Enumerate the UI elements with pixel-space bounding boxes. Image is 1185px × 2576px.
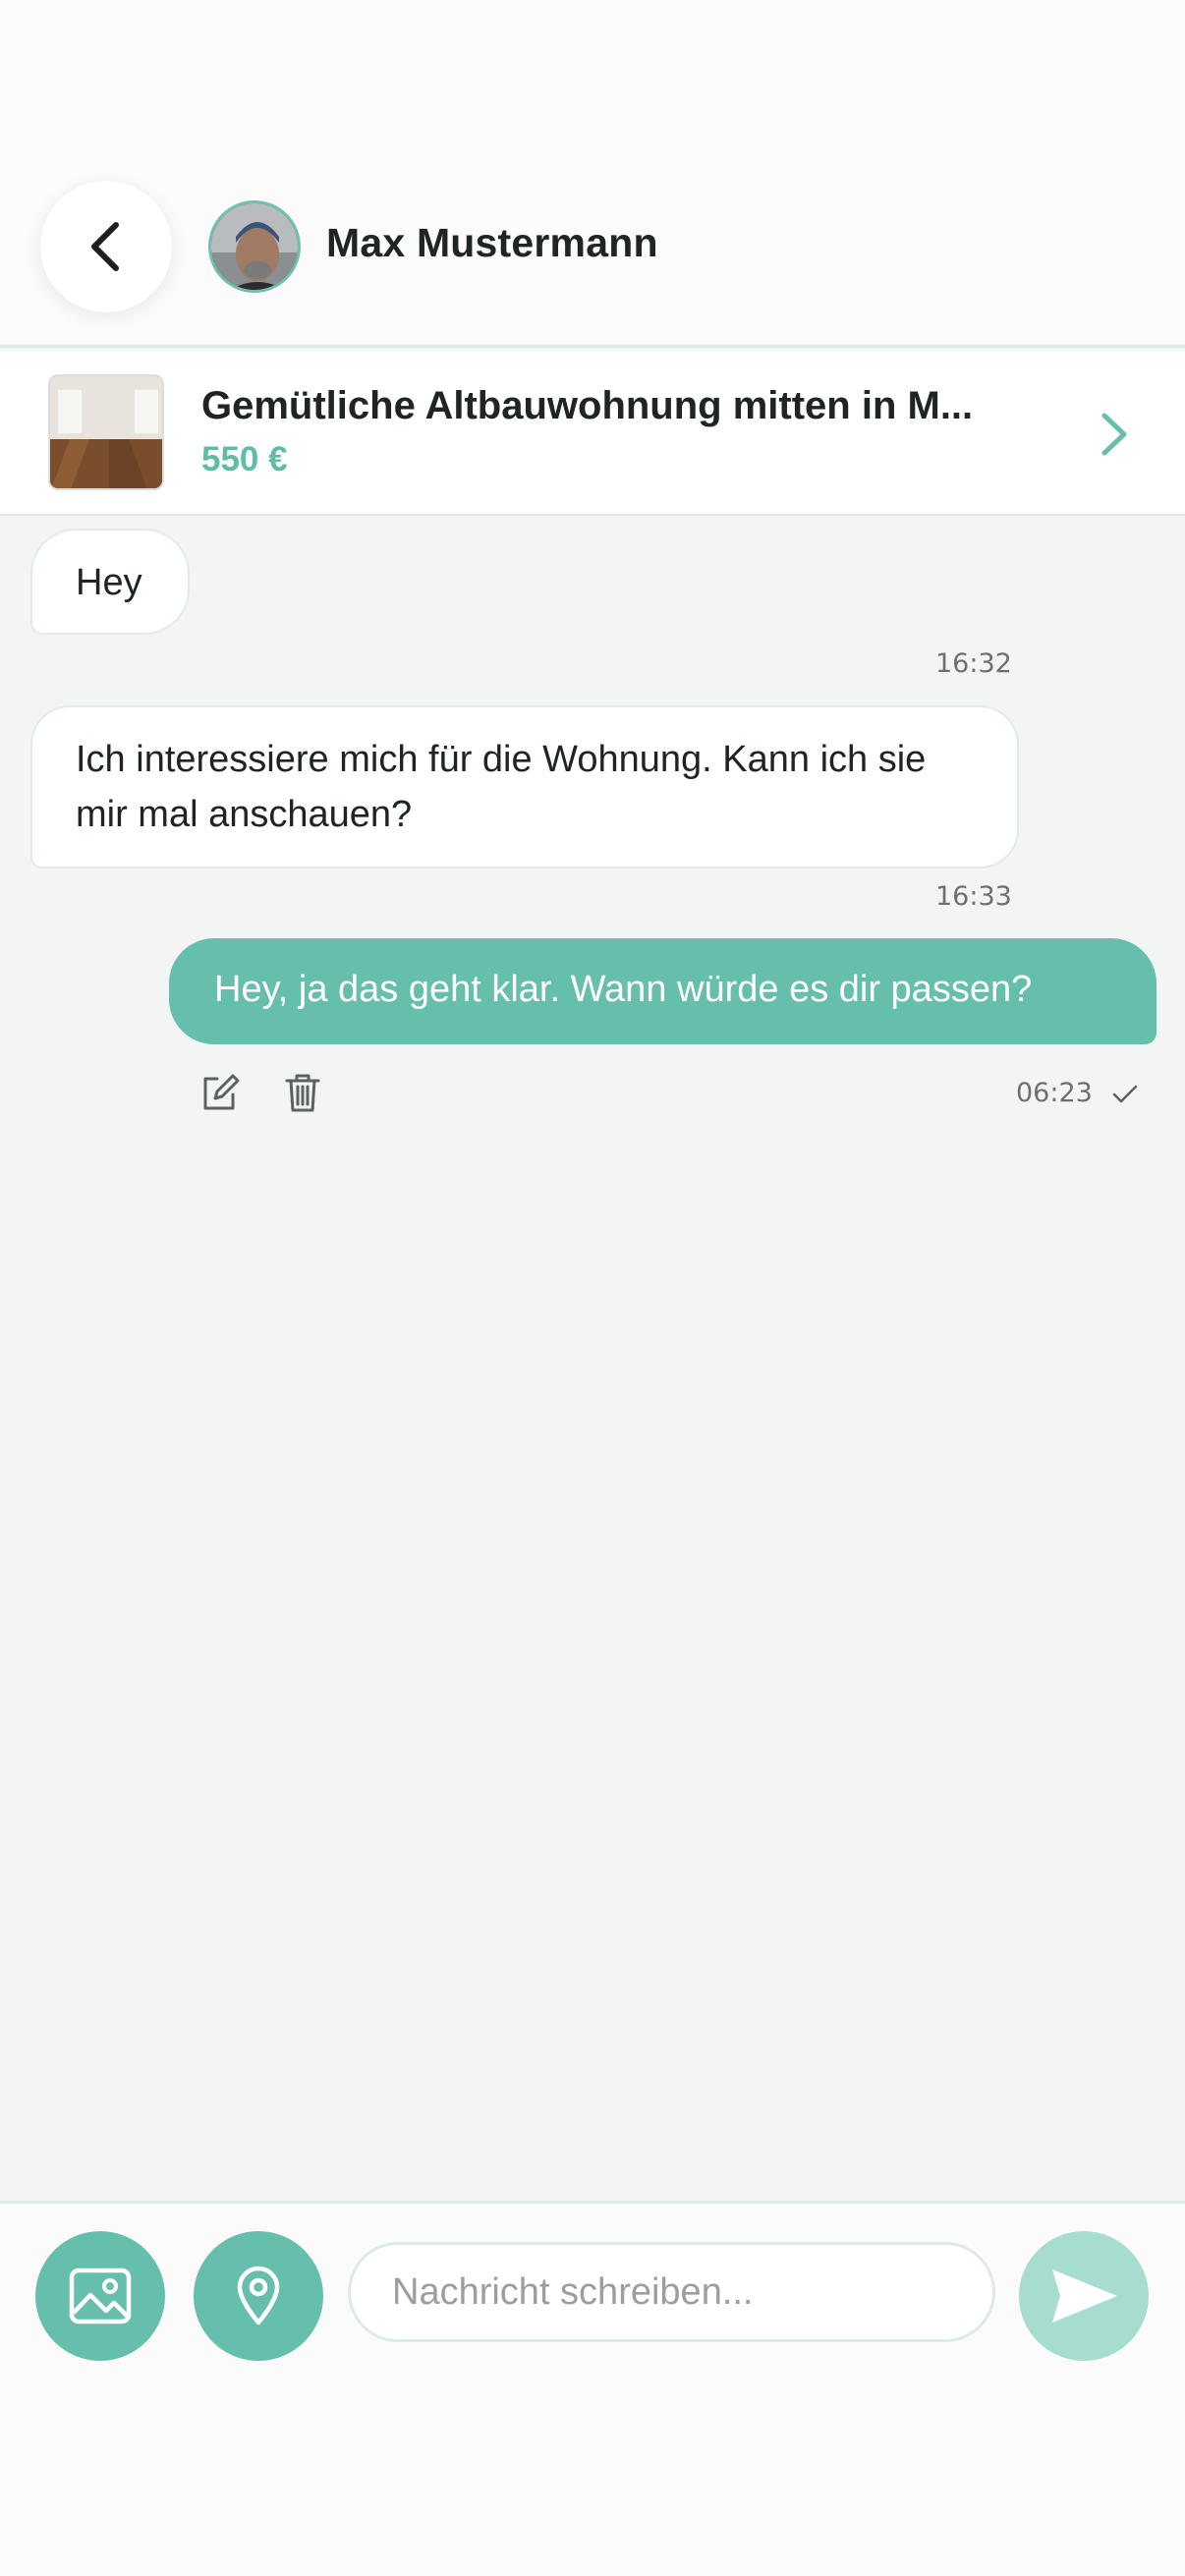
listing-image — [48, 374, 164, 490]
send-icon — [1052, 2269, 1117, 2323]
send-button[interactable] — [1019, 2231, 1149, 2361]
contact-name[interactable]: Max Mustermann — [326, 220, 658, 266]
trash-icon[interactable] — [281, 1071, 324, 1114]
incoming-message[interactable]: Hey — [30, 529, 190, 635]
message-composer — [0, 2201, 1185, 2576]
message-time: 06:23 — [1016, 1078, 1093, 1108]
share-location-button[interactable] — [194, 2231, 323, 2361]
image-icon — [69, 2268, 132, 2324]
listing-price: 550 € — [201, 440, 288, 478]
message-text: Hey — [76, 562, 142, 603]
message-time: 16:33 — [935, 881, 1012, 912]
attach-image-button[interactable] — [35, 2231, 165, 2361]
chevron-left-icon — [91, 222, 119, 271]
incoming-message[interactable]: Ich interessiere mich für die Wohnung. K… — [30, 705, 1019, 868]
avatar[interactable] — [208, 200, 301, 293]
check-icon — [1112, 1085, 1138, 1103]
message-text: Hey, ja das geht klar. Wann würde es dir… — [214, 969, 1033, 1010]
message-text: Ich interessiere mich für die Wohnung. K… — [76, 739, 927, 835]
message-input[interactable] — [348, 2242, 995, 2342]
outgoing-message[interactable]: Hey, ja das geht klar. Wann würde es dir… — [169, 938, 1157, 1044]
chevron-right-icon[interactable] — [1097, 410, 1132, 459]
message-time: 16:32 — [935, 648, 1012, 679]
back-button[interactable] — [40, 181, 172, 312]
edit-icon[interactable] — [198, 1071, 241, 1114]
listing-preview[interactable]: Gemütliche Altbauwohnung mitten in M... … — [0, 351, 1185, 516]
location-pin-icon — [237, 2266, 280, 2325]
chat-header: Max Mustermann — [0, 0, 1185, 348]
listing-title: Gemütliche Altbauwohnung mitten in M... — [201, 384, 974, 427]
